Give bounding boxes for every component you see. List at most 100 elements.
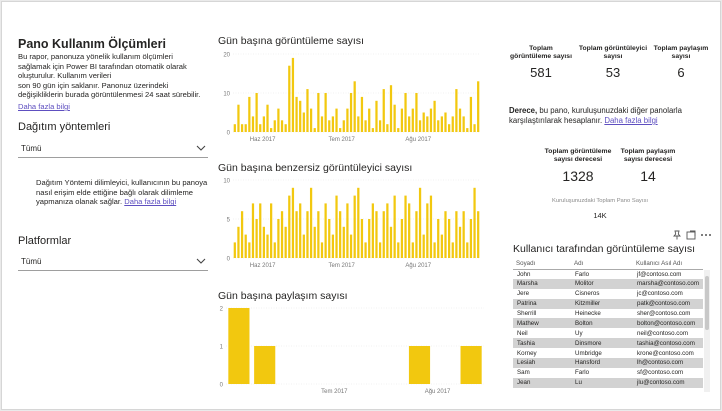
table-row[interactable]: Patrina Kitzmiller patk@contoso.com — [513, 298, 703, 309]
total-viewers-value: 53 — [605, 65, 621, 80]
chart-bar — [240, 211, 244, 258]
chart-bar — [404, 195, 407, 258]
rank-learn-more-link[interactable]: Daha fazla bilgi — [604, 116, 657, 125]
chart-bar — [393, 104, 396, 132]
table-row[interactable]: Mathew Bolton bolton@contoso.com — [513, 318, 703, 329]
x-tick-label: Haz 2017 — [250, 137, 276, 143]
chart-bar — [248, 242, 251, 258]
chart-bar — [295, 211, 298, 258]
chart-bar — [277, 108, 280, 132]
cell-surname: John — [517, 270, 531, 278]
chart-bar — [371, 128, 374, 132]
table-row[interactable]: Jean Lu jlu@contoso.com — [513, 377, 703, 388]
column-header-upn[interactable]: Kullanıcı Asıl Adı — [633, 258, 703, 270]
platform-dropdown-value: Tümü — [21, 257, 42, 266]
more-options-icon[interactable] — [700, 230, 712, 240]
table-scrollbar-thumb[interactable] — [705, 276, 709, 330]
chart-bar — [302, 234, 305, 258]
cell-surname: Jere — [517, 290, 530, 298]
pin-icon[interactable] — [672, 230, 682, 240]
chart-bar — [259, 203, 262, 258]
chart-bar — [320, 116, 324, 132]
rank-note-bold: Derece, — [509, 106, 538, 115]
slicer-note-last-line: yapmanıza olanak sağlar. Daha fazla bilg… — [36, 197, 207, 207]
chart-bar — [360, 96, 364, 132]
description-line: değişikliklerin burada görüntülenmesi 24… — [18, 90, 201, 100]
views-per-day-chart: 20 10 0 Haz 2017 Tem 2017 Ağu 2017 — [223, 53, 480, 143]
chart-bar — [437, 120, 440, 132]
chart-bar — [324, 203, 327, 258]
chart-bar — [357, 187, 360, 258]
table-row[interactable]: Neil Uy neil@contoso.com — [513, 328, 703, 338]
table-row[interactable]: Korney Umbridge krone@contoso.com — [513, 348, 703, 358]
table-row[interactable]: Sam Farlo sf@contoso.com — [513, 368, 703, 378]
cell-upn: marsha@contoso.com — [633, 278, 703, 289]
chart-bar — [255, 93, 258, 132]
y-tick-label: 10 — [223, 179, 230, 185]
chart-bar — [342, 120, 345, 132]
chart-bar — [418, 187, 422, 258]
user-views-table: Soyadı Adı Kullanıcı Asıl Adı John Farlo j… — [513, 258, 708, 395]
slicer-note-line: nasıl erişim elde ettiğine bağlı olarak … — [36, 187, 194, 197]
chart-bar — [418, 120, 422, 132]
chart-bar — [266, 104, 269, 132]
slicer-learn-more-link[interactable]: Daha fazla bilgi — [124, 197, 176, 206]
chart-bar — [233, 242, 236, 258]
chart-bar — [444, 112, 447, 132]
chart-bar — [295, 96, 298, 132]
chart-bar — [237, 226, 240, 258]
table-row[interactable]: Jere Cisneros jc@contoso.com — [513, 289, 703, 299]
chart-bar — [415, 211, 418, 258]
table-row[interactable]: Tashia Dinsmore tashia@contoso.com — [513, 338, 703, 349]
chart-bar — [233, 124, 236, 132]
chart-bar — [378, 242, 382, 258]
chart-bar — [433, 242, 436, 258]
chart-bar — [339, 128, 342, 132]
chart-bar — [411, 108, 414, 132]
table-row[interactable]: Lesiah Hansford lh@contoso.com — [513, 358, 703, 368]
chart-bar — [299, 203, 302, 258]
y-tick-label: 10 — [223, 92, 230, 98]
chart-bar — [346, 203, 349, 258]
chart-bar — [397, 128, 400, 132]
chart-bar — [368, 219, 371, 258]
chart-bar — [382, 211, 385, 258]
chart-bar — [422, 234, 425, 258]
chart-bar — [353, 195, 356, 258]
x-tick-label: Tem 2017 — [329, 263, 356, 269]
chart-bar — [408, 346, 431, 384]
chart-bar — [386, 124, 389, 132]
x-tick-label: Haz 2017 — [250, 263, 276, 269]
chart-bar — [324, 93, 327, 132]
chart-bar — [284, 124, 287, 132]
chart-bar — [451, 116, 454, 132]
chart-bar — [353, 81, 356, 132]
chart-bar — [270, 128, 273, 132]
views-rank-label: Toplam görüntüleme sayısı derecesi — [544, 148, 612, 163]
chart-bar — [400, 108, 404, 132]
cell-name: Bolton — [571, 318, 633, 329]
page-title: Pano Kullanım Ölçümleri — [18, 37, 166, 51]
platform-dropdown[interactable]: Tümü — [18, 253, 208, 271]
chart-bar — [364, 120, 367, 132]
chart-bar — [254, 346, 276, 384]
chart-bar — [458, 226, 462, 258]
chart-bar — [317, 93, 320, 132]
unique-viewers-per-day-chart: 10 5 0 Haz 2017 Tem 2017 Ağu 2017 — [223, 179, 480, 269]
column-header-surname[interactable]: Soyadı — [513, 258, 571, 270]
table-row[interactable]: John Farlo jf@contoso.com — [513, 269, 703, 279]
column-header-name[interactable]: Adı — [571, 258, 633, 270]
focus-mode-icon[interactable] — [686, 230, 696, 240]
views-chart-title: Gün başına görüntüleme sayısı — [218, 35, 364, 47]
distribution-slicer-title: Dağıtım yöntemleri — [18, 121, 111, 133]
learn-more-link[interactable]: Daha fazla bilgi — [18, 102, 70, 111]
cell-upn: lh@contoso.com — [633, 358, 703, 368]
distribution-dropdown[interactable]: Tümü — [18, 140, 208, 158]
cell-surname: Neil — [517, 329, 528, 337]
y-tick-label: 1 — [220, 345, 224, 351]
chart-bar — [397, 242, 400, 258]
table-row[interactable]: Marsha Molitor marsha@contoso.com — [513, 278, 703, 289]
table-row[interactable]: Sherrill Heinecke sher@contoso.com — [513, 309, 703, 319]
cell-name: Uy — [575, 329, 583, 337]
chart-bar — [299, 100, 302, 132]
